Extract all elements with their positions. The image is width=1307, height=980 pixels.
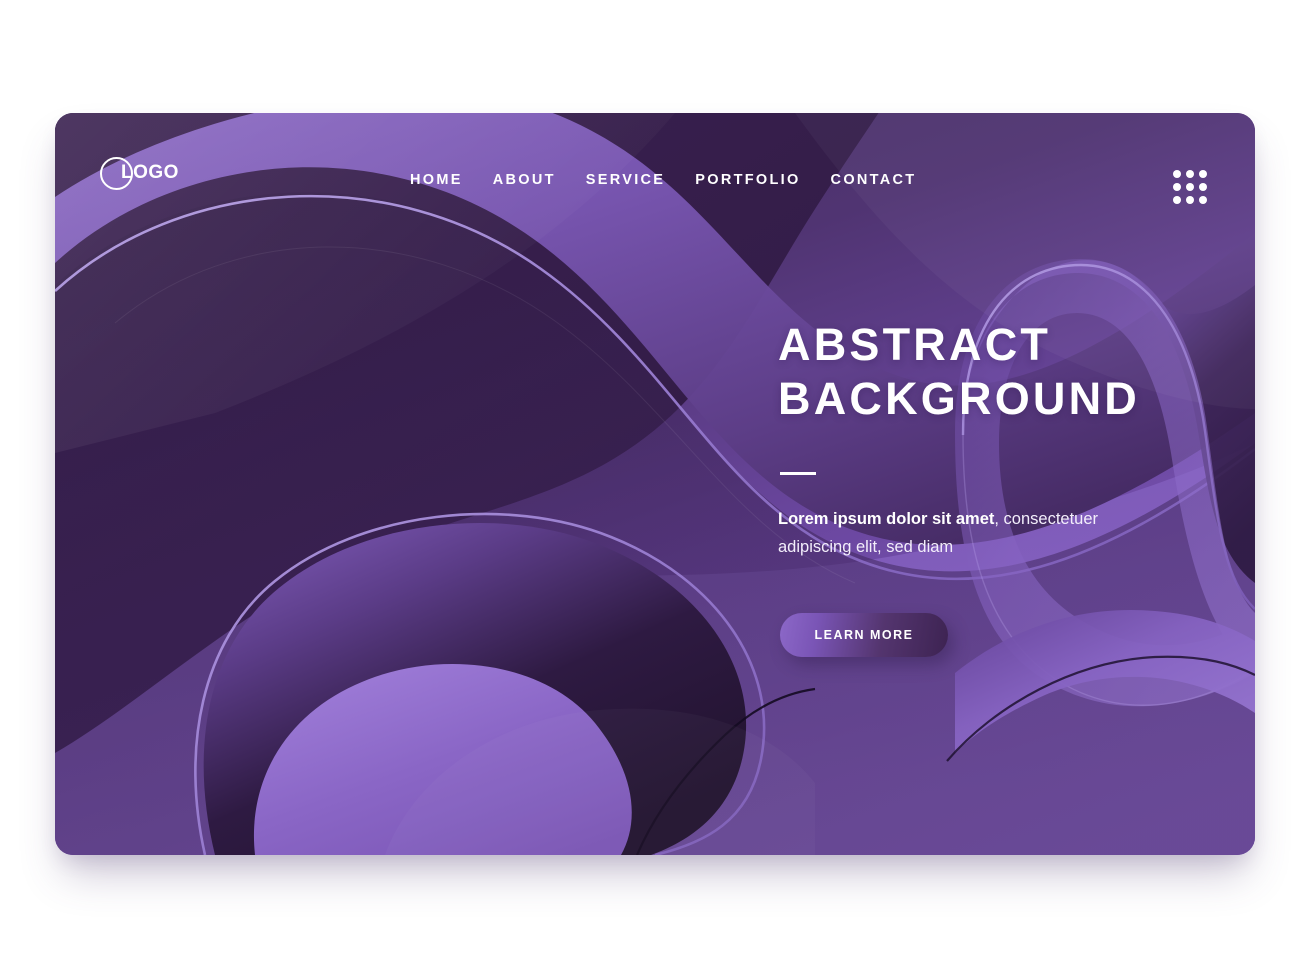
main-navigation: HOME ABOUT SERVICE PORTFOLIO CONTACT [410,171,916,189]
hero-card: LOGO HOME ABOUT SERVICE PORTFOLIO CONTAC… [55,113,1255,855]
grid-dot [1173,170,1181,178]
page-title: ABSTRACT BACKGROUND [778,318,1198,426]
title-divider [780,472,816,475]
grid-dot [1199,196,1207,204]
nav-item-portfolio[interactable]: PORTFOLIO [695,171,800,189]
page-title-line-2: BACKGROUND [778,373,1140,424]
grid-dots-icon[interactable] [1173,170,1207,204]
nav-item-contact[interactable]: CONTACT [831,171,917,189]
nav-item-service[interactable]: SERVICE [586,171,666,189]
page-title-line-1: ABSTRACT [778,319,1052,370]
hero-description-lead: Lorem ipsum dolor sit amet [778,510,995,528]
logo-text: LOGO [121,162,179,183]
hero-content: ABSTRACT BACKGROUND Lorem ipsum dolor sit… [778,318,1198,657]
cta-wrapper: LEARN MORE [780,613,948,657]
grid-dot [1186,196,1194,204]
grid-dot [1199,170,1207,178]
grid-dot [1173,183,1181,191]
learn-more-button[interactable]: LEARN MORE [780,613,948,657]
logo[interactable]: LOGO [100,153,230,201]
nav-item-home[interactable]: HOME [410,171,463,189]
site-header: LOGO HOME ABOUT SERVICE PORTFOLIO CONTAC… [55,113,1255,258]
page-canvas: LOGO HOME ABOUT SERVICE PORTFOLIO CONTAC… [0,0,1307,980]
grid-dot [1186,183,1194,191]
nav-item-about[interactable]: ABOUT [493,171,556,189]
grid-dot [1199,183,1207,191]
grid-dot [1173,196,1181,204]
hero-description: Lorem ipsum dolor sit amet, consectetuer… [778,505,1123,561]
grid-dot [1186,170,1194,178]
